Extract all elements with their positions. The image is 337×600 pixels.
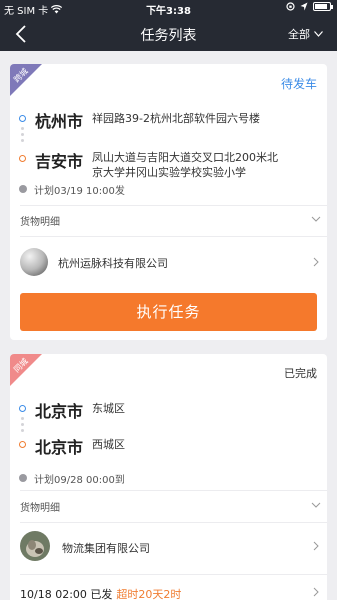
task-type-tag: 同城: [10, 354, 42, 386]
nav-bar: 任务列表 全部: [0, 17, 337, 51]
company-avatar: [20, 248, 48, 276]
origin-address: 祥园路39-2杭州北部软件园六号楼: [92, 112, 260, 125]
divider: [20, 236, 327, 237]
filter-dropdown[interactable]: 全部: [288, 26, 323, 42]
page-title: 任务列表: [140, 28, 197, 44]
chevron-down-icon: [314, 31, 323, 37]
status-bar: 无 SIM 卡 下午3:38: [0, 0, 337, 17]
origin-address: 东城区: [92, 402, 125, 415]
destination-address: 西城区: [92, 438, 125, 451]
task-card[interactable]: 跨城 待发车 杭州市 祥园路39-2杭州北部软件园六号楼 吉安市 凤山大道与吉阳…: [10, 64, 327, 340]
divider: [20, 205, 327, 206]
goods-detail-label[interactable]: 货物明细: [20, 499, 60, 514]
divider: [20, 522, 327, 523]
origin-dot-icon: [19, 115, 26, 122]
chevron-right-icon[interactable]: [311, 587, 321, 597]
route-dots: [21, 127, 24, 145]
overdue-badge: 超时20天2时: [116, 588, 182, 600]
plan-time: 计划09/28 00:00到: [34, 475, 125, 486]
task-card[interactable]: 同城 已完成 北京市 东城区 北京市 西城区 计划09/28 00:00到 货物…: [10, 354, 327, 600]
departure-row[interactable]: 10/18 02:00 已发 超时20天2时: [20, 586, 181, 600]
location-icon: [300, 2, 308, 11]
departure-time: 10/18 02:00 已发: [20, 588, 113, 600]
origin-city: 北京市: [35, 402, 84, 421]
company-avatar: [20, 531, 50, 561]
destination-city: 北京市: [35, 438, 84, 457]
company-name[interactable]: 杭州运脉科技有限公司: [58, 255, 168, 271]
chevron-down-icon[interactable]: [311, 500, 321, 510]
plan-time: 计划03/19 10:00发: [34, 186, 125, 197]
company-name[interactable]: 物流集团有限公司: [62, 540, 150, 556]
task-type-tag: 跨城: [10, 64, 42, 96]
execute-task-button[interactable]: 执行任务: [20, 293, 317, 331]
task-status: 待发车: [280, 77, 317, 91]
clock-icon: [19, 474, 27, 482]
destination-dot-icon: [19, 155, 26, 162]
filter-label: 全部: [288, 28, 310, 41]
divider: [20, 490, 327, 491]
task-status: 已完成: [284, 367, 317, 380]
chevron-right-icon[interactable]: [311, 541, 321, 551]
chevron-down-icon[interactable]: [311, 214, 321, 224]
destination-city: 吉安市: [35, 152, 84, 171]
goods-detail-label[interactable]: 货物明细: [20, 213, 60, 228]
rotation-lock-icon: [286, 2, 295, 11]
origin-city: 杭州市: [35, 112, 84, 131]
chevron-right-icon[interactable]: [311, 257, 321, 267]
clock-icon: [19, 185, 27, 193]
origin-dot-icon: [19, 405, 26, 412]
battery-icon: [313, 2, 333, 11]
divider: [20, 574, 327, 575]
destination-dot-icon: [19, 441, 26, 448]
destination-address-line1: 凤山大道与吉阳大道交叉口北200米北: [92, 151, 278, 164]
destination-address-line2: 京大学井冈山实验学校实验小学: [92, 166, 246, 179]
route-dots: [21, 417, 24, 435]
